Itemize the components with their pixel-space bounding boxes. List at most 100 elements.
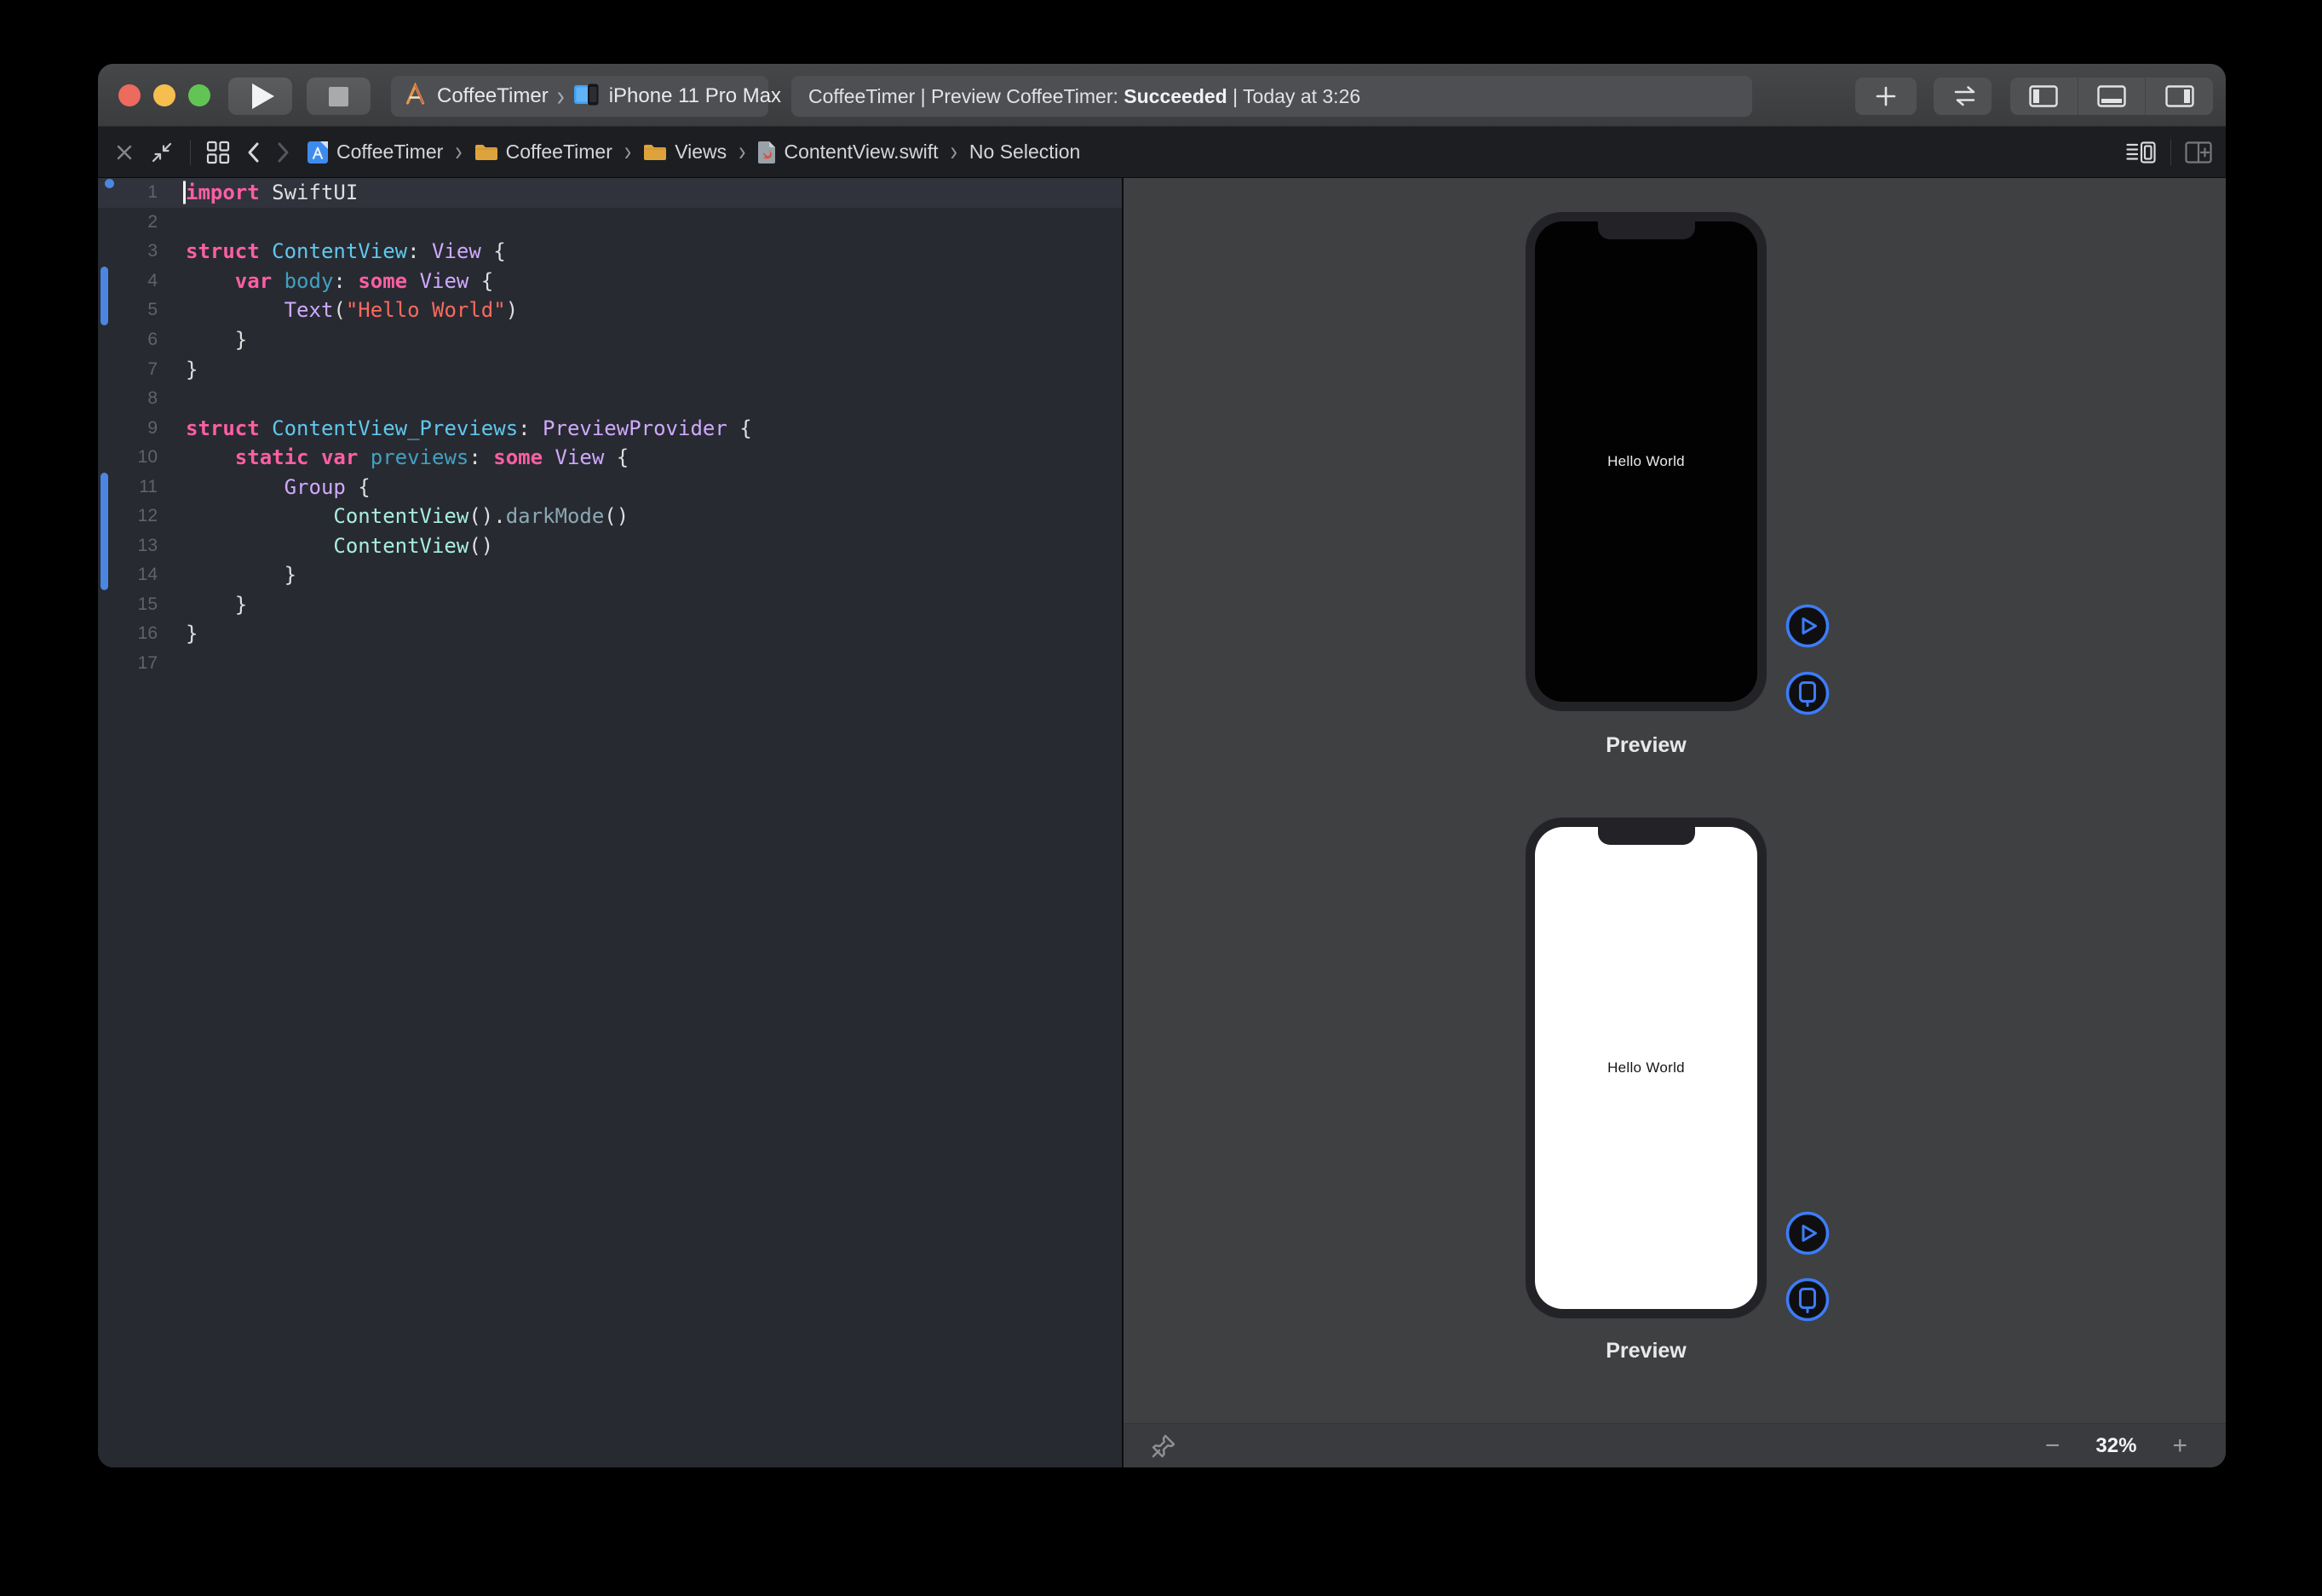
code-line[interactable]: 4 var body: some View { — [98, 267, 1122, 296]
code-line[interactable]: 11 Group { — [98, 472, 1122, 502]
breadcrumb-separator: › — [737, 136, 747, 169]
line-number[interactable]: 9 — [98, 418, 158, 439]
code-line[interactable]: 14 } — [98, 560, 1122, 590]
zoom-in-button[interactable]: + — [2172, 1433, 2187, 1459]
code-text: } — [158, 622, 198, 646]
toggle-navigator-button[interactable] — [2010, 78, 2078, 115]
folder-icon — [474, 143, 498, 162]
code-text: import SwiftUI — [158, 181, 358, 204]
run-button[interactable] — [228, 78, 292, 115]
folder-icon — [643, 143, 667, 162]
preview-screen-dark: Hello World — [1535, 221, 1757, 702]
code-line[interactable]: 2 — [98, 208, 1122, 238]
focus-editor-button[interactable] — [149, 140, 175, 165]
xcode-window: CoffeeTimer › iPhone 11 Pro Max CoffeeTi… — [98, 64, 2226, 1467]
zoom-out-button[interactable]: − — [2045, 1433, 2060, 1459]
device-notch — [1598, 827, 1695, 845]
code-line[interactable]: 5 Text("Hello World") — [98, 296, 1122, 325]
editor-pointer-button[interactable] — [1934, 78, 1992, 115]
change-bar — [101, 473, 108, 590]
code-line[interactable]: 16} — [98, 619, 1122, 649]
related-items-button[interactable] — [206, 141, 230, 164]
close-editor-button[interactable] — [115, 143, 134, 162]
code-line[interactable]: 13 ContentView() — [98, 531, 1122, 561]
code-line[interactable]: 3struct ContentView: View { — [98, 237, 1122, 267]
play-icon — [252, 83, 274, 109]
jumpbar-right-controls — [2126, 127, 2212, 178]
breadcrumb-item[interactable]: Views — [643, 141, 727, 164]
code-line[interactable]: 9struct ContentView_Previews: PreviewPro… — [98, 413, 1122, 443]
line-number[interactable]: 10 — [98, 447, 158, 468]
close-window-button[interactable] — [118, 84, 141, 106]
go-back-button[interactable] — [245, 141, 261, 164]
library-button[interactable] — [1855, 78, 1917, 115]
preview-label: Preview — [1525, 1339, 1767, 1363]
right-panel-icon — [2165, 85, 2194, 107]
preview-device-icon — [1785, 1277, 1831, 1323]
code-text: } — [158, 593, 247, 617]
jumpbar-divider — [190, 140, 191, 165]
live-preview-button[interactable] — [1785, 603, 1831, 649]
line-number[interactable]: 6 — [98, 330, 158, 350]
scheme-selector[interactable]: CoffeeTimer › iPhone 11 Pro Max — [391, 76, 768, 117]
change-dot — [105, 179, 114, 188]
line-number[interactable]: 3 — [98, 241, 158, 261]
zoom-window-button[interactable] — [188, 84, 210, 106]
add-editor-button[interactable] — [2185, 141, 2212, 164]
toggle-inspector-button[interactable] — [2145, 78, 2213, 115]
code-text: struct ContentView_Previews: PreviewProv… — [158, 416, 752, 440]
breadcrumb-item[interactable]: CoffeeTimer — [474, 141, 612, 164]
code-line[interactable]: 7} — [98, 354, 1122, 384]
breadcrumb-item[interactable]: No Selection — [969, 141, 1080, 164]
toolbar: CoffeeTimer › iPhone 11 Pro Max CoffeeTi… — [98, 64, 2226, 127]
preview-screen-light: Hello World — [1535, 827, 1757, 1309]
window-controls — [118, 64, 210, 126]
activity-status-bar: CoffeeTimer | Preview CoffeeTimer: Succe… — [791, 76, 1752, 117]
breadcrumb-item[interactable]: CoffeeTimer — [307, 140, 443, 165]
preview-label: Preview — [1525, 733, 1767, 758]
code-text: } — [158, 328, 247, 352]
bottom-panel-icon — [2097, 85, 2126, 107]
preview-on-device-button[interactable] — [1785, 1277, 1831, 1323]
code-line[interactable]: 15 } — [98, 590, 1122, 620]
code-line[interactable]: 10 static var previews: some View { — [98, 443, 1122, 473]
code-text: struct ContentView: View { — [158, 239, 506, 263]
source-editor[interactable]: 1import SwiftUI 2 3struct ContentView: Vie… — [98, 178, 1122, 1467]
live-preview-play-icon — [1785, 603, 1831, 649]
code-line[interactable]: 1import SwiftUI — [98, 178, 1122, 208]
simulator-device-icon — [573, 82, 601, 112]
line-number[interactable]: 8 — [98, 388, 158, 409]
code-text: } — [158, 563, 296, 587]
code-line[interactable]: 6 } — [98, 325, 1122, 355]
breadcrumb-label: CoffeeTimer — [336, 141, 443, 164]
status-text: CoffeeTimer | Preview CoffeeTimer: Succe… — [808, 85, 1360, 108]
code-text: Group { — [158, 475, 371, 499]
jumpbar-right-divider — [2170, 140, 2171, 165]
live-preview-button[interactable] — [1785, 1210, 1831, 1256]
editor-options-icon — [2126, 141, 2157, 164]
code-line[interactable]: 17 — [98, 649, 1122, 679]
pin-preview-button[interactable] — [1149, 1432, 1178, 1461]
editor-options-button[interactable] — [2126, 141, 2157, 164]
line-number[interactable]: 17 — [98, 653, 158, 674]
code-line[interactable]: 8 — [98, 384, 1122, 414]
line-number[interactable]: 16 — [98, 623, 158, 644]
preview-canvas: Hello World Preview — [1124, 178, 2226, 1467]
status-result: Succeeded — [1124, 85, 1227, 107]
line-number[interactable]: 2 — [98, 212, 158, 233]
breadcrumb-label: ContentView.swift — [784, 141, 938, 164]
code-line[interactable]: 12 ContentView().darkMode() — [98, 502, 1122, 531]
line-number[interactable]: 7 — [98, 359, 158, 380]
chevron-right-icon — [276, 141, 291, 164]
go-forward-button[interactable] — [276, 141, 291, 164]
preview-on-device-button[interactable] — [1785, 670, 1831, 716]
line-number[interactable]: 15 — [98, 594, 158, 615]
pin-icon — [1149, 1432, 1178, 1461]
toggle-debug-area-button[interactable] — [2078, 78, 2146, 115]
workspace-panel-toggles — [2010, 78, 2213, 115]
stop-button[interactable] — [307, 78, 371, 115]
breadcrumb-item[interactable]: ContentView.swift — [757, 141, 938, 164]
minimize-window-button[interactable] — [153, 84, 175, 106]
change-bar — [101, 267, 108, 325]
preview-content-text: Hello World — [1535, 1059, 1757, 1076]
